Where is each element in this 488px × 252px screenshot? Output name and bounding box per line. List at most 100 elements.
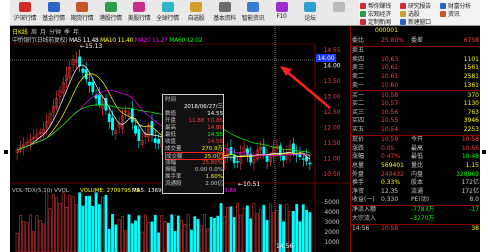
toolbar-button-8[interactable]: 智能资讯 (240, 0, 266, 24)
quote-value: 0.330 (381, 196, 399, 204)
volume-bar (308, 212, 312, 252)
toolbar-button-label: F10 (276, 13, 287, 20)
quote-value: 10.56 (381, 108, 399, 116)
quote-value: 10.63 (381, 55, 399, 63)
toolbar-button-7[interactable]: 基本资料 (212, 0, 238, 24)
quote-label: 卖二 (352, 72, 365, 80)
quote-value-2: 6758 (463, 37, 479, 44)
quote-value-2: 38 (471, 225, 479, 233)
stat-row: 净资 12.35 流通 172亿 (351, 188, 480, 197)
shortcut-5[interactable]: 资讯 (440, 9, 460, 20)
main-toolbar: 沪深行情 基金行情 期货行情 港股行情 美股行情 全球行情 自选股 基本资料 智能资讯 F10 论坛… (10, 0, 480, 26)
shortcut-icon (440, 11, 446, 17)
resize-handle-left[interactable] (4, 150, 8, 154)
toolbar-button-label: 沪深行情 (13, 15, 37, 22)
buy-row: 买三 10.56 763 (351, 109, 480, 118)
toolbar-icon (275, 2, 288, 12)
quote-label: 换手 (352, 179, 365, 187)
volume-bar (137, 215, 141, 252)
volume-bar (236, 203, 239, 252)
volume-axis-label: 2000 (324, 229, 339, 236)
volume-bar (203, 214, 207, 252)
volume-bar (107, 228, 111, 252)
volume-bar (144, 214, 147, 252)
quote-value: 0.05 (381, 144, 395, 152)
toolbar-button-5[interactable]: 全球行情 (155, 0, 181, 24)
toolbar-button-0[interactable]: 沪深行情 (12, 0, 38, 24)
volume-bar (130, 223, 134, 252)
volume-bar (163, 221, 167, 252)
bottom-price-label: 14.56 (276, 243, 293, 250)
quote-value-2: 1130 (463, 100, 479, 108)
toolbar-button-label: 智能资讯 (241, 15, 265, 22)
buy-row: 买一 10.58 370 (351, 92, 480, 101)
volume-bar (157, 232, 160, 252)
shortcut-label: 新建窗口 (408, 19, 431, 26)
quote-value: 25.80% (381, 37, 404, 44)
candle-body (265, 154, 269, 162)
candle-body (249, 153, 253, 163)
toolbar-icon (133, 2, 145, 12)
stock-code[interactable]: 000001 (351, 26, 480, 36)
quote-label-2: 股本 (411, 179, 424, 187)
shortcut-label: 定制新闻 (368, 19, 391, 26)
volume-bar (120, 215, 124, 252)
toolbar-button-6[interactable]: 自选股 (183, 0, 209, 24)
quote-value-2: 172亿 (461, 179, 479, 187)
quote-value: 12.35 (381, 187, 399, 195)
volume-bar (190, 229, 193, 252)
quote-label-2: 流通 (411, 187, 424, 195)
quote-label-2: -3270万 (411, 215, 435, 222)
toolbar-button-4[interactable]: 美股行情 (126, 0, 152, 24)
buy-row: 买五 10.54 2253 (351, 126, 480, 135)
volume-bar (51, 194, 55, 252)
price-axis-label: 14.55 (323, 47, 340, 54)
volume-bar (252, 203, 256, 252)
toolbar-shortcuts: 帮你赚钱 研究报告 财富分析 宏观经济 选股 资讯 定制新闻 新建窗口 (358, 0, 480, 26)
quote-label: 14:56 (352, 225, 370, 233)
volume-bar (216, 215, 220, 252)
quote-label: 卖三 (352, 64, 365, 72)
buy-row: 买四 10.55 3946 (351, 117, 480, 126)
volume-bar (58, 203, 62, 252)
volume-bar (28, 214, 32, 252)
volume-bar (213, 218, 216, 252)
toolbar-button-label: 港股行情 (99, 15, 122, 22)
candle-body (262, 146, 266, 156)
volume-bar (262, 204, 266, 252)
toolbar-button-11[interactable] (326, 0, 352, 24)
volume-bar (88, 195, 91, 252)
candle-body (107, 113, 111, 122)
volume-bar (147, 222, 151, 252)
quote-label: 涨跌 (352, 144, 365, 152)
candle-body (134, 125, 137, 134)
volume-bar (68, 195, 72, 252)
toolbar-button-10[interactable]: 论坛 (297, 0, 323, 24)
volume-axis-label: 3000 (324, 219, 339, 226)
quote-value: 0.47% (381, 153, 401, 161)
volume-bar (97, 204, 101, 252)
toolbar-button-3[interactable]: 港股行情 (98, 0, 124, 24)
toolbar-button-2[interactable]: 期货行情 (69, 0, 95, 24)
bar-info-popup: 时间 2018/06/27/三 数值 14.55 开盘 11.88 ↑0.85 最高 14.8… (162, 94, 224, 194)
volume-bar (32, 231, 35, 252)
candle-body (308, 162, 312, 165)
volume-bar (232, 217, 236, 252)
toolbar-button-1[interactable]: 基金行情 (41, 0, 67, 24)
current-price-label: 14.00 (317, 55, 334, 62)
toolbar-button-9[interactable]: F10 (269, 0, 295, 24)
quote-value: 10.61 (381, 72, 399, 80)
quote-value: 0.33% (381, 179, 401, 187)
stat-row: 现价 10.59 今开 10.58 (351, 136, 480, 145)
quote-label: 净流入额 (352, 206, 377, 214)
volume-bar (229, 206, 233, 252)
volume-bar (305, 209, 308, 252)
toolbar-icon (161, 2, 174, 12)
price-axis-label: 12.50 (323, 109, 340, 116)
resize-handle-right[interactable] (482, 150, 486, 154)
quote-label: 卖五 (352, 47, 365, 55)
volume-bar (268, 203, 272, 252)
candlestick-chart-area[interactable]: 日K线周月分钟季年 中侨银行(日线前复权) MA5 11.48 MA10 11.… (10, 26, 350, 252)
sell-row: 卖五 (351, 47, 480, 56)
buy-row: 买二 10.57 1130 (351, 100, 480, 109)
